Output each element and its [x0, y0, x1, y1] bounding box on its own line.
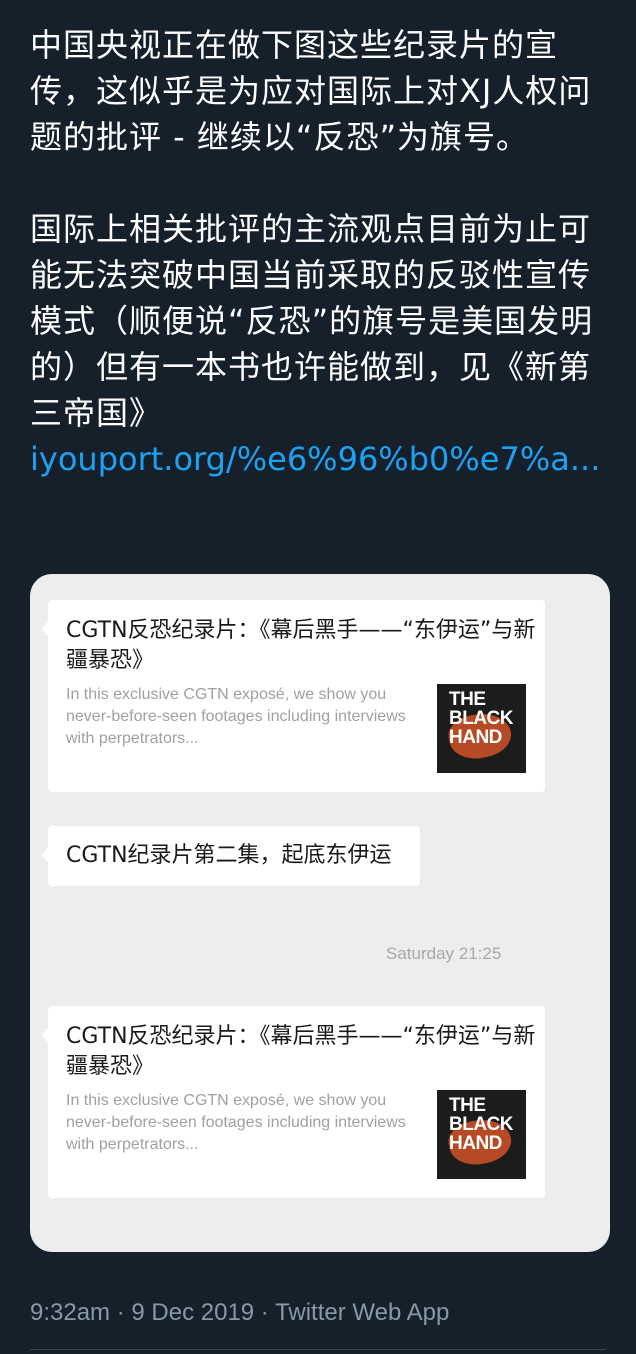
article-thumbnail: THE BLACK HAND	[437, 684, 526, 773]
tweet-paragraph-1: 中国央视正在做下图这些纪录片的宣传，这似乎是为应对国际上对XJ人权问题的批评 -…	[30, 26, 592, 156]
article-title: CGTN反恐纪录片：《幕后黑手——“东伊运”与新疆暴恐》	[66, 618, 536, 673]
tweet-text: 中国央视正在做下图这些纪录片的宣传，这似乎是为应对国际上对XJ人权问题的批评 -…	[30, 22, 610, 482]
tweet-link[interactable]: iyouport.org/%e6%96%b0%e7%a...	[30, 436, 610, 482]
article-card[interactable]: CGTN反恐纪录片：《幕后黑手——“东伊运”与新疆暴恐》 In this exc…	[41, 1006, 545, 1198]
chat-timestamp: Saturday 21:25	[386, 944, 502, 963]
chat-message[interactable]: CGTN纪录片第二集，起底东伊运	[41, 826, 420, 886]
tweet-paragraph-2: 国际上相关批评的主流观点目前为止可能无法突破中国当前采取的反驳性宣传模式（顺便说…	[30, 210, 594, 432]
thumbnail-title: THE BLACK HAND	[449, 689, 514, 748]
chat-message-text: CGTN纪录片第二集，起底东伊运	[66, 843, 392, 868]
attached-image[interactable]: CGTN反恐纪录片：《幕后黑手——“东伊运”与新疆暴恐》 In this exc…	[30, 574, 610, 1252]
article-title: CGTN反恐纪录片：《幕后黑手——“东伊运”与新疆暴恐》	[66, 1024, 536, 1079]
article-description: In this exclusive CGTN exposé, we show y…	[66, 1092, 406, 1153]
article-card[interactable]: CGTN反恐纪录片：《幕后黑手——“东伊运”与新疆暴恐》 In this exc…	[41, 600, 545, 792]
thumbnail-title: THE BLACK HAND	[449, 1095, 514, 1154]
article-thumbnail: THE BLACK HAND	[437, 1090, 526, 1179]
tweet-timestamp[interactable]: 9:32am · 9 Dec 2019 · Twitter Web App	[30, 1296, 449, 1330]
divider	[30, 1349, 606, 1350]
article-description: In this exclusive CGTN exposé, we show y…	[66, 686, 406, 747]
